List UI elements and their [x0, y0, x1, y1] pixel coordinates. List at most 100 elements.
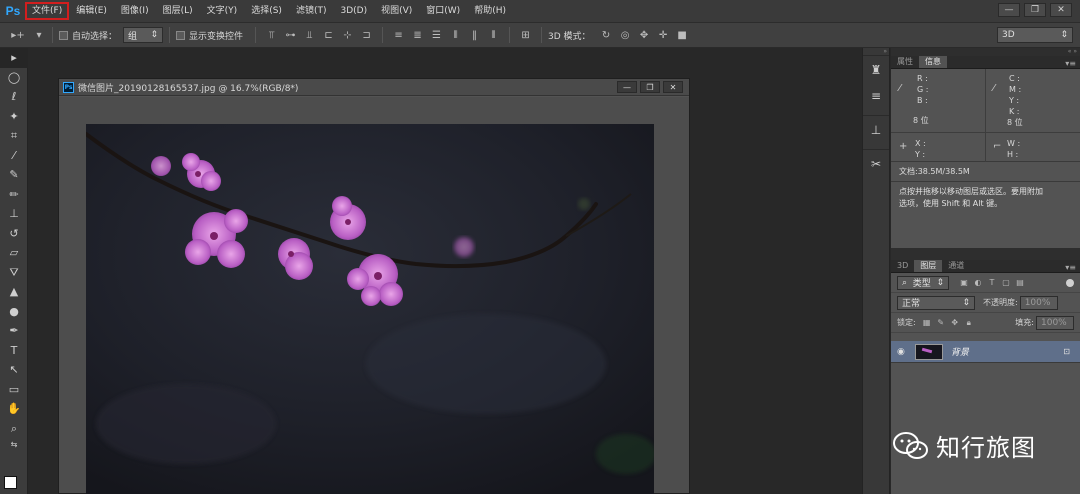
opacity-field[interactable]: 100% — [1019, 295, 1058, 310]
menu-view[interactable]: 视图(V) — [375, 3, 418, 19]
move-tool-icon[interactable]: ▸+ — [7, 29, 29, 42]
document-window-controls: — ❐ ✕ — [617, 81, 683, 93]
tab-3d[interactable]: 3D — [891, 260, 914, 272]
tab-info[interactable]: 信息 — [919, 56, 947, 68]
move-tool-icon[interactable]: ▸ — [0, 48, 28, 68]
eyedropper-tool-icon[interactable]: ⁄ — [0, 146, 28, 166]
distribute-vcenter-icon[interactable]: ≣ — [411, 29, 424, 42]
tab-channels[interactable]: 通道 — [942, 260, 970, 272]
menu-filter[interactable]: 滤镜(T) — [290, 3, 333, 19]
3d-slide-icon[interactable]: ✛ — [657, 29, 670, 42]
lasso-tool-icon[interactable]: ℓ — [0, 87, 28, 107]
auto-select-checkbox[interactable] — [59, 30, 68, 40]
paint-bucket-tool-icon[interactable]: ⛛ — [0, 263, 28, 283]
menu-image[interactable]: 图像(I) — [115, 3, 155, 19]
menu-edit[interactable]: 编辑(E) — [70, 3, 113, 19]
filter-smart-object-icon[interactable]: ▤ — [1015, 278, 1025, 288]
zoom-tool-icon[interactable]: ⌕ — [0, 419, 28, 439]
healing-brush-tool-icon[interactable]: ✎ — [0, 165, 28, 185]
restore-button[interactable]: ❐ — [1024, 3, 1046, 17]
close-button[interactable]: ✕ — [1050, 3, 1072, 17]
tool-presets-icon[interactable]: ✂ — [863, 152, 889, 176]
layer-row-background[interactable]: ◉ 背景 ⊡ — [891, 341, 1080, 363]
history-brush-tool-icon[interactable]: ↺ — [0, 224, 28, 244]
filter-type-icon[interactable]: T — [987, 278, 997, 288]
menu-select[interactable]: 选择(S) — [245, 3, 288, 19]
tab-properties[interactable]: 属性 — [891, 56, 919, 68]
tool-preset-chevron-icon[interactable]: ▾ — [35, 29, 43, 42]
distribute-bottom-icon[interactable]: ☰ — [430, 29, 443, 42]
3d-drag-icon[interactable]: ✥ — [638, 29, 651, 42]
distribute-left-icon[interactable]: ⦀ — [449, 29, 462, 42]
align-left-icon[interactable]: ⊏ — [322, 29, 335, 42]
align-hcenter-icon[interactable]: ⊹ — [341, 29, 354, 42]
divider — [382, 27, 384, 43]
info-readouts: ⁄ R : G : B : 8 位 ⁄ C : M : Y : K : 8 位 … — [891, 69, 1080, 162]
lock-all-icon[interactable]: 🔒︎ — [964, 318, 974, 328]
menu-type[interactable]: 文字(Y) — [201, 3, 244, 19]
align-vcenter-icon[interactable]: ⊶ — [284, 29, 297, 42]
distribute-hcenter-icon[interactable]: ‖ — [468, 29, 481, 42]
magic-wand-tool-icon[interactable]: ✦ — [0, 107, 28, 127]
layer-filter-dropdown[interactable]: ⌕ 类型 ⇕ — [897, 275, 949, 290]
align-right-icon[interactable]: ⊐ — [360, 29, 373, 42]
distribute-right-icon[interactable]: ⫴ — [487, 29, 500, 42]
crop-tool-icon[interactable]: ⌗ — [0, 126, 28, 146]
type-tool-icon[interactable]: T — [0, 341, 28, 361]
dodge-tool-icon[interactable]: ● — [0, 302, 28, 322]
menu-3d[interactable]: 3D(D) — [334, 3, 373, 19]
brush-tool-icon[interactable]: ✏ — [0, 185, 28, 205]
path-selection-tool-icon[interactable]: ↖ — [0, 360, 28, 380]
hand-tool-icon[interactable]: ✋ — [0, 399, 28, 419]
wechat-icon — [893, 431, 928, 459]
distribute-top-icon[interactable]: ≡ — [392, 29, 405, 42]
filter-adjustment-icon[interactable]: ◐ — [973, 278, 983, 288]
blend-mode-dropdown[interactable]: 正常 ⇕ — [897, 295, 975, 310]
align-bottom-icon[interactable]: ⫫ — [303, 29, 316, 42]
lock-position-icon[interactable]: ✥ — [950, 318, 960, 328]
foreground-color-swatch[interactable] — [4, 476, 17, 489]
swap-colors-icon[interactable]: ⇆ — [0, 438, 28, 452]
panel-grip[interactable]: « » — [891, 48, 1080, 56]
rectangle-tool-icon[interactable]: ▭ — [0, 380, 28, 400]
3d-rotate-icon[interactable]: ↻ — [600, 29, 613, 42]
align-top-icon[interactable]: ⫪ — [265, 29, 278, 42]
history-icon[interactable]: ♜ — [863, 58, 889, 82]
eraser-tool-icon[interactable]: ▱ — [0, 243, 28, 263]
clone-stamp-tool-icon[interactable]: ⊥ — [0, 204, 28, 224]
filter-toggle[interactable] — [1066, 278, 1074, 287]
canvas-image[interactable] — [86, 124, 654, 494]
lock-pixels-icon[interactable]: ✎ — [936, 318, 946, 328]
lock-transparent-icon[interactable]: ▦ — [922, 318, 932, 328]
3d-scale-icon[interactable]: ■ — [676, 29, 689, 42]
adjustments-icon[interactable]: ≡ — [863, 84, 889, 108]
dropdown-arrow-icon: ⇕ — [150, 30, 159, 40]
pen-tool-icon[interactable]: ✒ — [0, 321, 28, 341]
menu-window[interactable]: 窗口(W) — [420, 3, 466, 19]
fill-field[interactable]: 100% — [1036, 315, 1074, 330]
dock-grip[interactable]: » — [863, 48, 889, 56]
minimize-button[interactable]: — — [998, 3, 1020, 17]
document-titlebar[interactable]: Ps 微信图片_20190128165537.jpg @ 16.7%(RGB/8… — [59, 79, 689, 96]
menu-help[interactable]: 帮助(H) — [468, 3, 512, 19]
show-transform-checkbox[interactable] — [176, 30, 186, 40]
info-bit-depth-right: 8 位 — [1007, 118, 1023, 127]
auto-select-dropdown[interactable]: 组 ⇕ — [123, 27, 164, 43]
document-close-button[interactable]: ✕ — [663, 81, 683, 93]
auto-align-icon[interactable]: ⊞ — [519, 29, 532, 42]
filter-pixel-icon[interactable]: ▣ — [959, 278, 969, 288]
menu-layer[interactable]: 图层(L) — [157, 3, 199, 19]
filter-shape-icon[interactable]: ▢ — [1001, 278, 1011, 288]
blur-tool-icon[interactable]: ▲ — [0, 282, 28, 302]
marquee-tool-icon[interactable]: ◯ — [0, 68, 28, 88]
workspace-dropdown[interactable]: 3D ⇕ — [997, 27, 1073, 43]
tab-layers[interactable]: 图层 — [914, 260, 943, 272]
menu-file[interactable]: 文件(F) — [24, 2, 70, 20]
document-minimize-button[interactable]: — — [617, 81, 637, 93]
visibility-eye-icon[interactable]: ◉ — [897, 347, 905, 357]
brush-presets-icon[interactable]: ⊥ — [863, 118, 889, 142]
document-restore-button[interactable]: ❐ — [640, 81, 660, 93]
panel-menu-icon[interactable]: ▾≡ — [1065, 263, 1080, 272]
3d-roll-icon[interactable]: ◎ — [619, 29, 632, 42]
panel-menu-icon[interactable]: ▾≡ — [1065, 59, 1080, 68]
